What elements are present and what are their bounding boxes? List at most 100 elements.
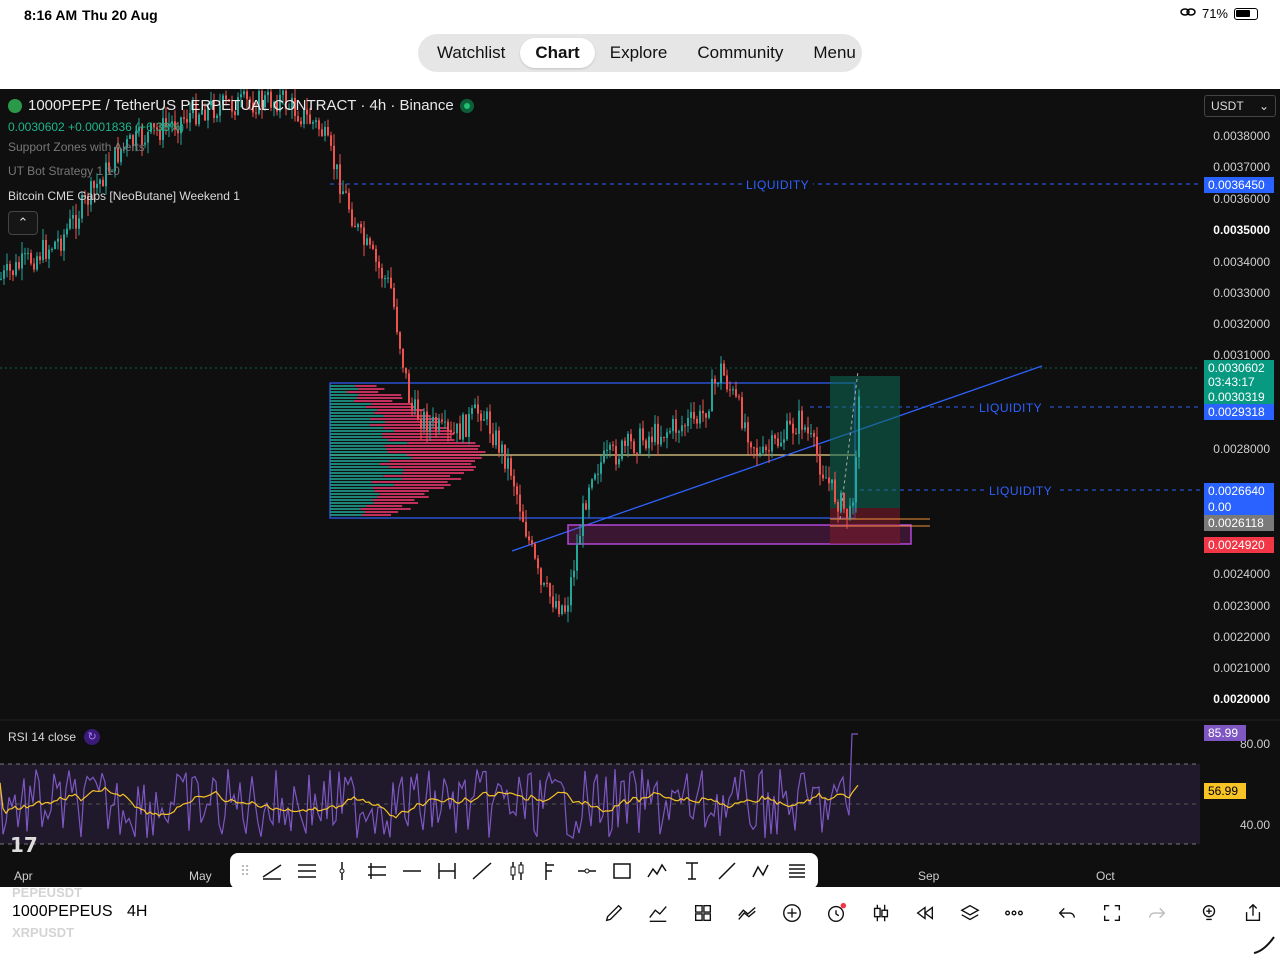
fullscreen-icon[interactable] <box>1097 899 1127 927</box>
date-range-icon[interactable] <box>429 856 464 886</box>
candle-body <box>729 389 731 391</box>
abc-pattern-icon[interactable] <box>744 856 779 886</box>
pen-icon[interactable] <box>599 899 629 927</box>
text-cursor-icon[interactable] <box>674 856 709 886</box>
candle-body <box>630 433 632 442</box>
candle-body <box>762 446 764 453</box>
compare-icon[interactable] <box>732 899 762 927</box>
candle-body <box>720 363 722 384</box>
alert-icon[interactable] <box>821 899 851 927</box>
candle-body <box>66 228 68 235</box>
trend-line-icon[interactable] <box>254 856 289 886</box>
indicator-ut-bot[interactable]: UT Bot Strategy 1 10 <box>8 164 120 178</box>
candle-body <box>423 411 425 429</box>
drag-handle-icon[interactable]: ⠿ <box>236 863 254 880</box>
elliott-wave-icon[interactable] <box>639 856 674 886</box>
candle-body <box>477 404 479 414</box>
candle-body <box>495 430 497 446</box>
candle-body <box>654 423 656 443</box>
candle-body <box>858 396 860 458</box>
candle-body <box>732 389 734 391</box>
candle-body <box>552 596 554 608</box>
replay-icon[interactable] <box>910 899 940 927</box>
candle-body <box>72 215 74 219</box>
more-icon[interactable] <box>999 899 1029 927</box>
trendline[interactable] <box>511 365 1043 552</box>
price-axis-label: 0.0033000 <box>1213 286 1270 300</box>
candle-body <box>537 558 539 569</box>
rsi-legend[interactable]: RSI 14 close ↻ <box>8 729 101 745</box>
layers-icon[interactable] <box>955 899 985 927</box>
volume-bar-down <box>360 508 411 510</box>
position-target-zone[interactable] <box>830 376 900 508</box>
candle-body <box>507 458 509 469</box>
candle-body <box>474 404 476 409</box>
candle-body <box>675 418 677 433</box>
tab-watchlist[interactable]: Watchlist <box>422 38 520 68</box>
refresh-icon[interactable]: ↻ <box>84 729 101 745</box>
price-tag: 0.00 <box>1204 499 1274 515</box>
candle-body <box>402 348 404 368</box>
add-icon[interactable] <box>777 899 807 927</box>
tab-chart[interactable]: Chart <box>520 38 595 68</box>
bars-pattern-icon[interactable] <box>499 856 534 886</box>
candle-body <box>417 399 419 420</box>
price-chart-canvas[interactable] <box>0 89 1280 887</box>
candle-body <box>666 432 668 438</box>
fib-retracement-icon[interactable] <box>289 856 324 886</box>
cross-line-icon[interactable] <box>569 856 604 886</box>
flag-icon[interactable] <box>534 856 569 886</box>
volume-bar-down <box>371 481 448 483</box>
undo-icon[interactable] <box>1052 899 1082 927</box>
line-icon[interactable] <box>709 856 744 886</box>
candle-body <box>189 113 191 123</box>
fib-fan-icon[interactable] <box>779 856 814 886</box>
volume-bar-down <box>384 445 481 447</box>
vertical-line-icon[interactable] <box>324 856 359 886</box>
layouts-icon[interactable] <box>688 899 718 927</box>
redo-icon[interactable] <box>1142 899 1172 927</box>
candle-body <box>282 90 284 95</box>
candle-body <box>198 114 200 125</box>
volume-bar-down <box>372 499 415 501</box>
candle-body <box>396 306 398 333</box>
tab-menu[interactable]: Menu <box>798 38 871 68</box>
collapse-legend-button[interactable]: ⌃ <box>8 211 38 235</box>
candle-body <box>75 215 77 229</box>
symbol-selector[interactable]: 1000PEPEUSDT <box>12 903 112 921</box>
candle-body <box>606 449 608 451</box>
candle-body <box>576 544 578 571</box>
horizontal-line-icon[interactable] <box>394 856 429 886</box>
indicators-icon[interactable] <box>643 899 673 927</box>
chart-panel[interactable]: 1000PEPE / TetherUS PERPETUAL CONTRACT ·… <box>0 89 1280 887</box>
horizontal-ray-icon[interactable] <box>359 856 394 886</box>
symbol-title[interactable]: 1000PEPE / TetherUS PERPETUAL CONTRACT ·… <box>28 97 454 114</box>
volume-bar-up <box>330 391 348 393</box>
share-icon[interactable] <box>1238 899 1268 927</box>
tab-explore[interactable]: Explore <box>595 38 683 68</box>
candle-body <box>339 164 341 195</box>
candle-body <box>693 411 695 419</box>
price-change: 0.0030602 +0.0001836 (+6.38%) <box>8 120 185 134</box>
candle-body <box>843 492 845 509</box>
volume-bar-up <box>330 430 394 432</box>
candle-body <box>807 427 809 434</box>
nav-segmented-control: Watchlist Chart Explore Community Menu <box>418 34 862 72</box>
ray-icon[interactable] <box>464 856 499 886</box>
rectangle-icon[interactable] <box>604 856 639 886</box>
candle-body <box>471 408 473 414</box>
volume-bar-down <box>376 409 425 411</box>
price-axis-label: 0.0038000 <box>1213 129 1270 143</box>
interval-selector[interactable]: 4H <box>127 903 147 921</box>
candle-body <box>57 238 59 242</box>
indicator-support-zones[interactable]: Support Zones with Alerts <box>8 140 145 154</box>
candle-body <box>603 450 605 463</box>
price-axis-label: 0.0023000 <box>1213 599 1270 613</box>
ideas-icon[interactable] <box>1194 899 1224 927</box>
tab-community[interactable]: Community <box>682 38 798 68</box>
chart-legend-title[interactable]: 1000PEPE / TetherUS PERPETUAL CONTRACT ·… <box>8 97 474 114</box>
indicator-cme-gaps[interactable]: Bitcoin CME Gaps [NeoButane] Weekend 1 <box>8 189 240 203</box>
currency-select[interactable]: USDT ⌄ <box>1204 95 1276 117</box>
candle-style-icon[interactable] <box>866 899 896 927</box>
candle-body <box>39 256 41 261</box>
